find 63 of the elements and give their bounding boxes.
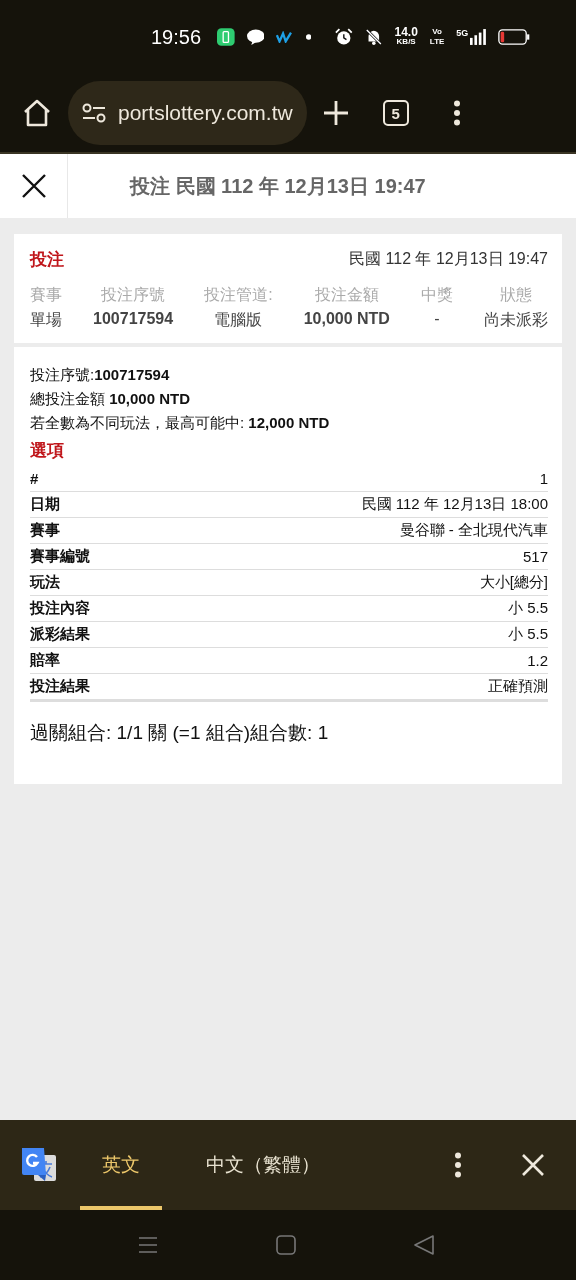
signal-icon (470, 28, 487, 46)
more-menu-icon[interactable] (454, 1152, 462, 1178)
column-header: 投注序號 (101, 285, 166, 305)
column-header: 賽事 (30, 285, 62, 305)
page-title: 投注 民國 112 年 12月13日 19:47 (130, 173, 426, 199)
battery-saver-app-icon (217, 27, 235, 47)
section-title: 選項 (30, 440, 64, 462)
row-value: 小 5.5 (507, 625, 548, 644)
column-header: 投注管道: (204, 285, 273, 305)
row-label: 玩法 (30, 573, 60, 592)
site-settings-icon[interactable] (82, 103, 106, 123)
column-value: 10,000 NTD (303, 310, 390, 328)
tab-count-button[interactable]: 5 (382, 100, 409, 126)
row-label: 賽事 (30, 521, 60, 540)
column-value: 100717594 (93, 310, 174, 328)
more-menu-icon[interactable] (452, 100, 461, 126)
row-label: 派彩結果 (30, 625, 90, 644)
row-value: 正確預測 (488, 677, 548, 696)
row-value: 1 (539, 470, 548, 487)
recent-apps-icon[interactable] (138, 1235, 158, 1255)
detail-line: 總投注金額 10,000 NTD (30, 389, 191, 409)
close-icon[interactable] (21, 174, 46, 198)
alarm-clock-icon (335, 27, 353, 47)
column-value: 尚未派彩 (483, 310, 548, 330)
address-bar[interactable]: portslottery.com.tw (68, 81, 307, 145)
row-value: 曼谷聯 - 全北現代汽車 (399, 521, 548, 540)
column-header: 狀態 (499, 285, 532, 305)
parlay-summary: 過關組合: 1/1 關 (=1 組合)組合數: 1 (30, 721, 329, 745)
row-label: 賽事編號 (30, 547, 90, 566)
row-value: 大小[總分] (479, 573, 548, 592)
bet-datetime: 民國 112 年 12月13日 19:47 (349, 249, 548, 269)
chat-bubble-icon (246, 28, 265, 46)
row-value: 517 (522, 548, 548, 565)
language-tab[interactable]: 中文（繁體） (184, 1120, 342, 1210)
row-value: 民國 112 年 12月13日 18:00 (361, 495, 548, 514)
bet-label: 投注 (30, 249, 64, 271)
app-logo-icon (276, 31, 294, 43)
row-label: # (30, 470, 39, 487)
row-value: 1.2 (527, 652, 548, 669)
row-label: 日期 (30, 495, 60, 514)
new-tab-icon[interactable] (322, 100, 349, 126)
column-value: 電腦版 (214, 310, 263, 330)
status-time: 19:56 (151, 25, 202, 49)
bell-muted-icon (364, 27, 383, 47)
detail-line: 若全數為不同玩法，最高可能中: 12,000 NTD (30, 413, 330, 433)
column-value: 單場 (30, 310, 62, 330)
detail-line: 投注序號:100717594 (30, 365, 170, 385)
column-header: 中獎 (420, 285, 453, 305)
home-button-icon[interactable] (276, 1235, 296, 1255)
column-header: 投注金額 (314, 285, 379, 305)
back-icon[interactable] (414, 1235, 434, 1255)
home-icon[interactable] (22, 99, 52, 127)
row-label: 投注內容 (30, 599, 90, 618)
network-speed: 14.0 KB/S (394, 27, 418, 47)
network-type: 5G (456, 28, 469, 38)
translate-icon[interactable] (20, 1147, 58, 1183)
row-value: 小 5.5 (507, 599, 548, 618)
column-value: - (434, 310, 440, 328)
row-label: 賠率 (30, 651, 60, 670)
volte-indicator: Vo LTE (429, 27, 445, 47)
row-label: 投注結果 (30, 677, 90, 696)
battery-icon (498, 28, 530, 46)
dot-icon (305, 34, 312, 40)
